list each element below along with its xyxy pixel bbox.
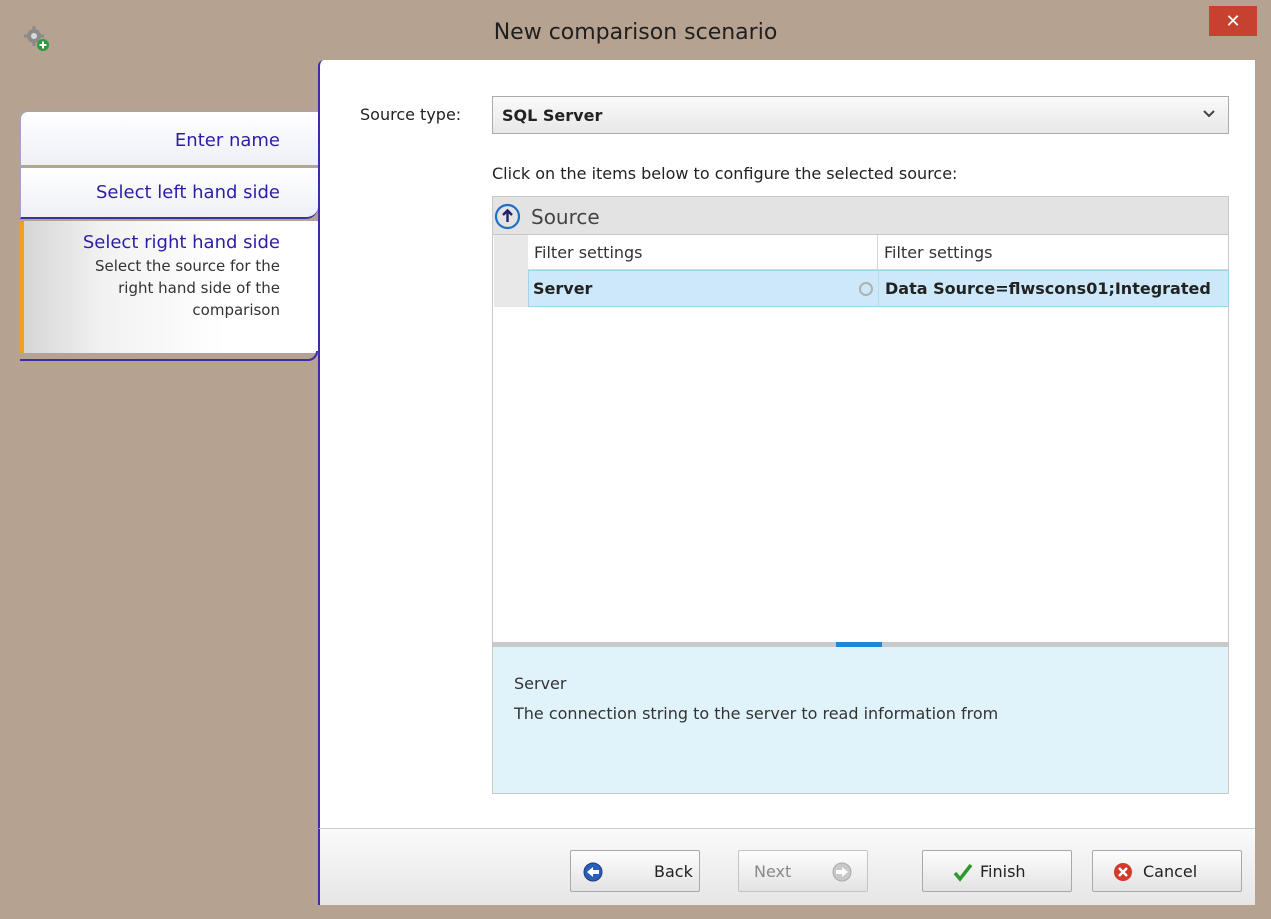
close-icon: ✕ [1225,10,1241,32]
finish-button-label: Finish [980,862,1026,881]
row-header-stub [494,235,528,307]
step-tab-description-line: comparison [192,301,280,319]
finish-button[interactable]: Finish [922,850,1072,892]
cancel-button[interactable]: Cancel [1092,850,1242,892]
property-value[interactable]: Data Source=flwscons01;Integrated [885,279,1211,298]
collapse-up-icon[interactable] [494,203,521,230]
step-tab-description-line: Select the source for the [94,257,280,275]
description-pane: Server The connection string to the serv… [493,647,1228,793]
step-tab-description-line: right hand side of the [118,279,280,297]
arrow-right-icon [832,862,852,882]
cancel-button-label: Cancel [1143,862,1198,881]
grid-group-title: Source [531,205,600,229]
description-text: The connection string to the server to r… [514,704,999,723]
chevron-down-icon [1203,110,1215,118]
grid-row-server[interactable]: Server Data Source=flwscons01;Integrated [528,270,1229,307]
next-button[interactable]: Next [738,850,868,892]
column-header: Filter settings [878,235,1228,270]
property-grid: Source Filter settings Filter settings S… [492,196,1229,794]
grid-group-header[interactable]: Source [493,197,1228,235]
arrow-left-icon [583,862,603,882]
step-tab-label: Select right hand side [82,232,280,253]
back-button[interactable]: Back [570,850,700,892]
tab-border [20,351,318,361]
window-title: New comparison scenario [493,20,778,45]
column-divider [878,271,879,306]
source-type-value: SQL Server [502,105,603,125]
step-tab-enter-name[interactable]: Enter name [20,111,318,166]
source-type-select[interactable]: SQL Server [492,96,1229,134]
circle-icon [859,282,873,296]
step-tab-select-left[interactable]: Select left hand side [20,167,318,219]
close-button[interactable]: ✕ [1209,6,1257,36]
step-tab-label: Enter name [174,130,280,151]
property-name: Server [533,279,593,298]
step-tab-select-right[interactable]: Select right hand side Select the source… [20,221,318,353]
instructions-text: Click on the items below to configure th… [492,164,958,183]
column-header: Filter settings [528,235,878,270]
source-type-label: Source type: [360,105,462,124]
next-button-label: Next [754,862,792,881]
wizard-content-panel: Source type: SQL Server Click on the ite… [318,60,1255,828]
checkmark-icon [953,863,973,882]
step-tab-label: Select left hand side [96,182,280,203]
back-button-label: Back [654,862,693,881]
cancel-icon [1114,863,1132,881]
wizard-footer: Back Next Finish Cancel [318,828,1255,905]
description-title: Server [514,674,567,693]
